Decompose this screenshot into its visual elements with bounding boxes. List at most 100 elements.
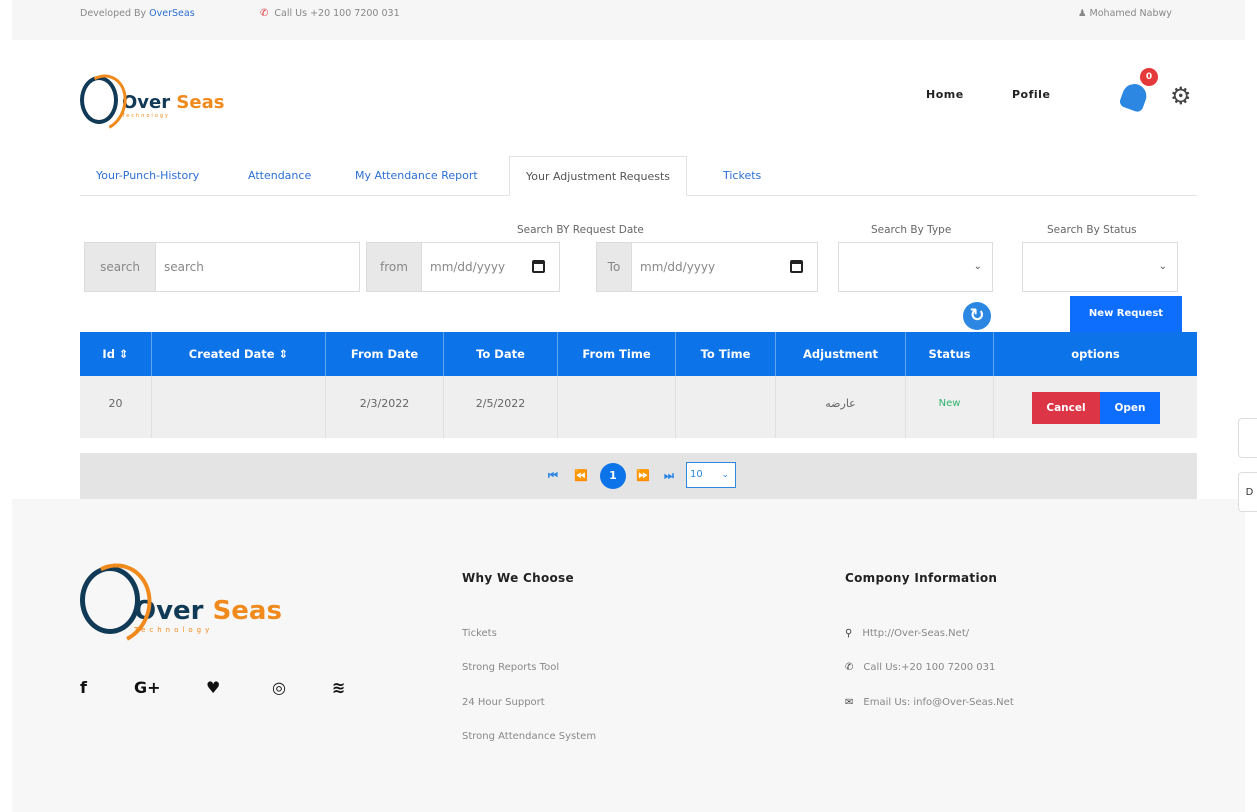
col-to-date: To Date: [444, 332, 558, 376]
nav-home[interactable]: Home: [926, 88, 964, 101]
company-phone[interactable]: ✆ Call Us:+20 100 7200 031: [845, 662, 995, 673]
cancel-button[interactable]: Cancel: [1032, 392, 1100, 424]
side-tab-bottom[interactable]: D: [1238, 472, 1257, 512]
cell-id: 20: [80, 376, 152, 438]
company-email-text: Email Us: info@Over-Seas.Net: [863, 697, 1014, 708]
to-date-input[interactable]: mm/dd/yyyy: [632, 242, 818, 292]
footer-link-support[interactable]: 24 Hour Support: [462, 697, 545, 708]
rss-icon[interactable]: ≋: [332, 678, 345, 697]
open-button[interactable]: Open: [1100, 392, 1160, 424]
from-date-input[interactable]: mm/dd/yyyy: [422, 242, 560, 292]
table-row: 20 2/3/2022 2/5/2022 عارضه New Cancel Op…: [80, 376, 1197, 438]
from-addon: from: [366, 242, 422, 292]
cell-created-date: [152, 376, 326, 438]
brand-tagline: Technology: [134, 626, 214, 634]
nav-profile[interactable]: Pofile: [1012, 88, 1050, 101]
call-info: ✆ Call Us +20 100 7200 031: [260, 8, 400, 19]
user-name: Mohamed Nabwy: [1089, 8, 1172, 19]
brand-part2: Seas: [203, 596, 282, 626]
user-icon: ♟: [1078, 8, 1090, 19]
tab-punch-history[interactable]: Your-Punch-History: [96, 156, 199, 196]
type-select[interactable]: ⌄: [838, 242, 993, 292]
page-size-select[interactable]: 10 ⌄: [686, 462, 736, 488]
brand-part1: Over: [122, 92, 171, 113]
logo-ring-icon: [80, 76, 118, 124]
developed-by-prefix: Developed By: [80, 8, 150, 19]
status-select[interactable]: ⌄: [1022, 242, 1178, 292]
phone-icon: ✆: [260, 8, 269, 19]
header-logo[interactable]: Over Seas Technology: [80, 76, 224, 124]
col-status: Status: [906, 332, 994, 376]
search-input[interactable]: search: [156, 242, 360, 292]
to-addon: To: [596, 242, 632, 292]
prev-page-icon[interactable]: ⏪: [574, 469, 588, 482]
table-header: Id ⇕ Created Date ⇕ From Date To Date Fr…: [80, 332, 1197, 376]
footer-link-reports[interactable]: Strong Reports Tool: [462, 662, 559, 673]
col-options: options: [1071, 347, 1120, 361]
brand-tagline: Technology: [122, 113, 171, 119]
col-to-time: To Time: [676, 332, 776, 376]
bell-body: [1118, 80, 1150, 114]
developed-by: Developed By OverSeas: [80, 8, 195, 19]
col-created-date[interactable]: Created Date ⇕: [152, 332, 326, 376]
chevron-down-icon: ⌄: [1158, 261, 1167, 272]
company-email[interactable]: ✉ Email Us: info@Over-Seas.Net: [845, 697, 1014, 708]
cell-from-date: 2/3/2022: [326, 376, 444, 438]
cell-to-time: [676, 376, 776, 438]
col-id[interactable]: Id ⇕: [80, 332, 152, 376]
col-adjustment: Adjustment: [776, 332, 906, 376]
refresh-icon[interactable]: ↻: [963, 302, 991, 330]
calendar-icon[interactable]: [790, 260, 803, 273]
tab-adjustment-requests[interactable]: Your Adjustment Requests: [509, 156, 688, 196]
company-website-text: Http://Over-Seas.Net/: [862, 628, 970, 639]
search-addon: search: [84, 242, 156, 292]
tab-attendance-report[interactable]: My Attendance Report: [355, 156, 478, 196]
type-search-label: Search By Type: [871, 224, 952, 236]
gear-icon[interactable]: ⚙: [1170, 84, 1192, 108]
cell-status: New: [906, 376, 994, 438]
mail-icon: ✉: [845, 697, 854, 708]
facebook-icon[interactable]: f: [80, 678, 87, 697]
instagram-icon[interactable]: ◎: [272, 678, 286, 697]
chevron-down-icon: ⌄: [721, 470, 729, 480]
logo-ring-icon: [80, 566, 140, 634]
phone-icon: ✆: [845, 662, 854, 673]
cell-adjustment: عارضه: [776, 376, 906, 438]
company-phone-text: Call Us:+20 100 7200 031: [863, 662, 996, 673]
footer-logo[interactable]: Over Seas Technology: [80, 566, 282, 634]
twitter-icon[interactable]: ♥: [206, 678, 220, 697]
google-plus-icon[interactable]: G+: [134, 678, 161, 697]
cell-to-date: 2/5/2022: [444, 376, 558, 438]
col-from-time: From Time: [558, 332, 676, 376]
tab-attendance[interactable]: Attendance: [248, 156, 311, 196]
next-page-icon[interactable]: ⏩: [636, 469, 650, 482]
page-size-value: 10: [690, 469, 703, 480]
side-tab-top[interactable]: [1238, 418, 1257, 458]
location-icon: ⚲: [845, 628, 853, 639]
notification-badge: 0: [1140, 68, 1158, 86]
notification-bell-icon[interactable]: 0: [1118, 68, 1158, 114]
company-info-heading: Compony Information: [845, 571, 998, 585]
date-search-label: Search BY Request Date: [517, 224, 644, 236]
company-website[interactable]: ⚲ Http://Over-Seas.Net/: [845, 628, 969, 639]
footer-link-tickets[interactable]: Tickets: [462, 628, 497, 639]
developer-link[interactable]: OverSeas: [149, 8, 195, 19]
calendar-icon[interactable]: [532, 260, 545, 273]
chevron-down-icon: ⌄: [973, 261, 982, 272]
to-date-placeholder: mm/dd/yyyy: [640, 260, 716, 274]
first-page-icon[interactable]: ⏮: [548, 469, 558, 483]
pagination: ⏮ ⏪ 1 ⏩ ⏭ 10 ⌄: [80, 453, 1197, 499]
footer-link-attendance[interactable]: Strong Attendance System: [462, 731, 596, 742]
tab-bar: Your-Punch-History Attendance My Attenda…: [80, 156, 1197, 196]
page-number-current[interactable]: 1: [600, 463, 626, 489]
call-text: Call Us +20 100 7200 031: [274, 8, 400, 19]
new-request-button[interactable]: New Request: [1070, 296, 1182, 332]
col-from-date: From Date: [326, 332, 444, 376]
tab-tickets[interactable]: Tickets: [723, 156, 761, 196]
last-page-icon[interactable]: ⏭: [664, 469, 674, 483]
footer: [12, 499, 1245, 812]
current-user[interactable]: ♟ Mohamed Nabwy: [1078, 8, 1172, 19]
cell-from-time: [558, 376, 676, 438]
search-group: search search: [84, 242, 360, 292]
from-date-group: from mm/dd/yyyy: [366, 242, 560, 292]
